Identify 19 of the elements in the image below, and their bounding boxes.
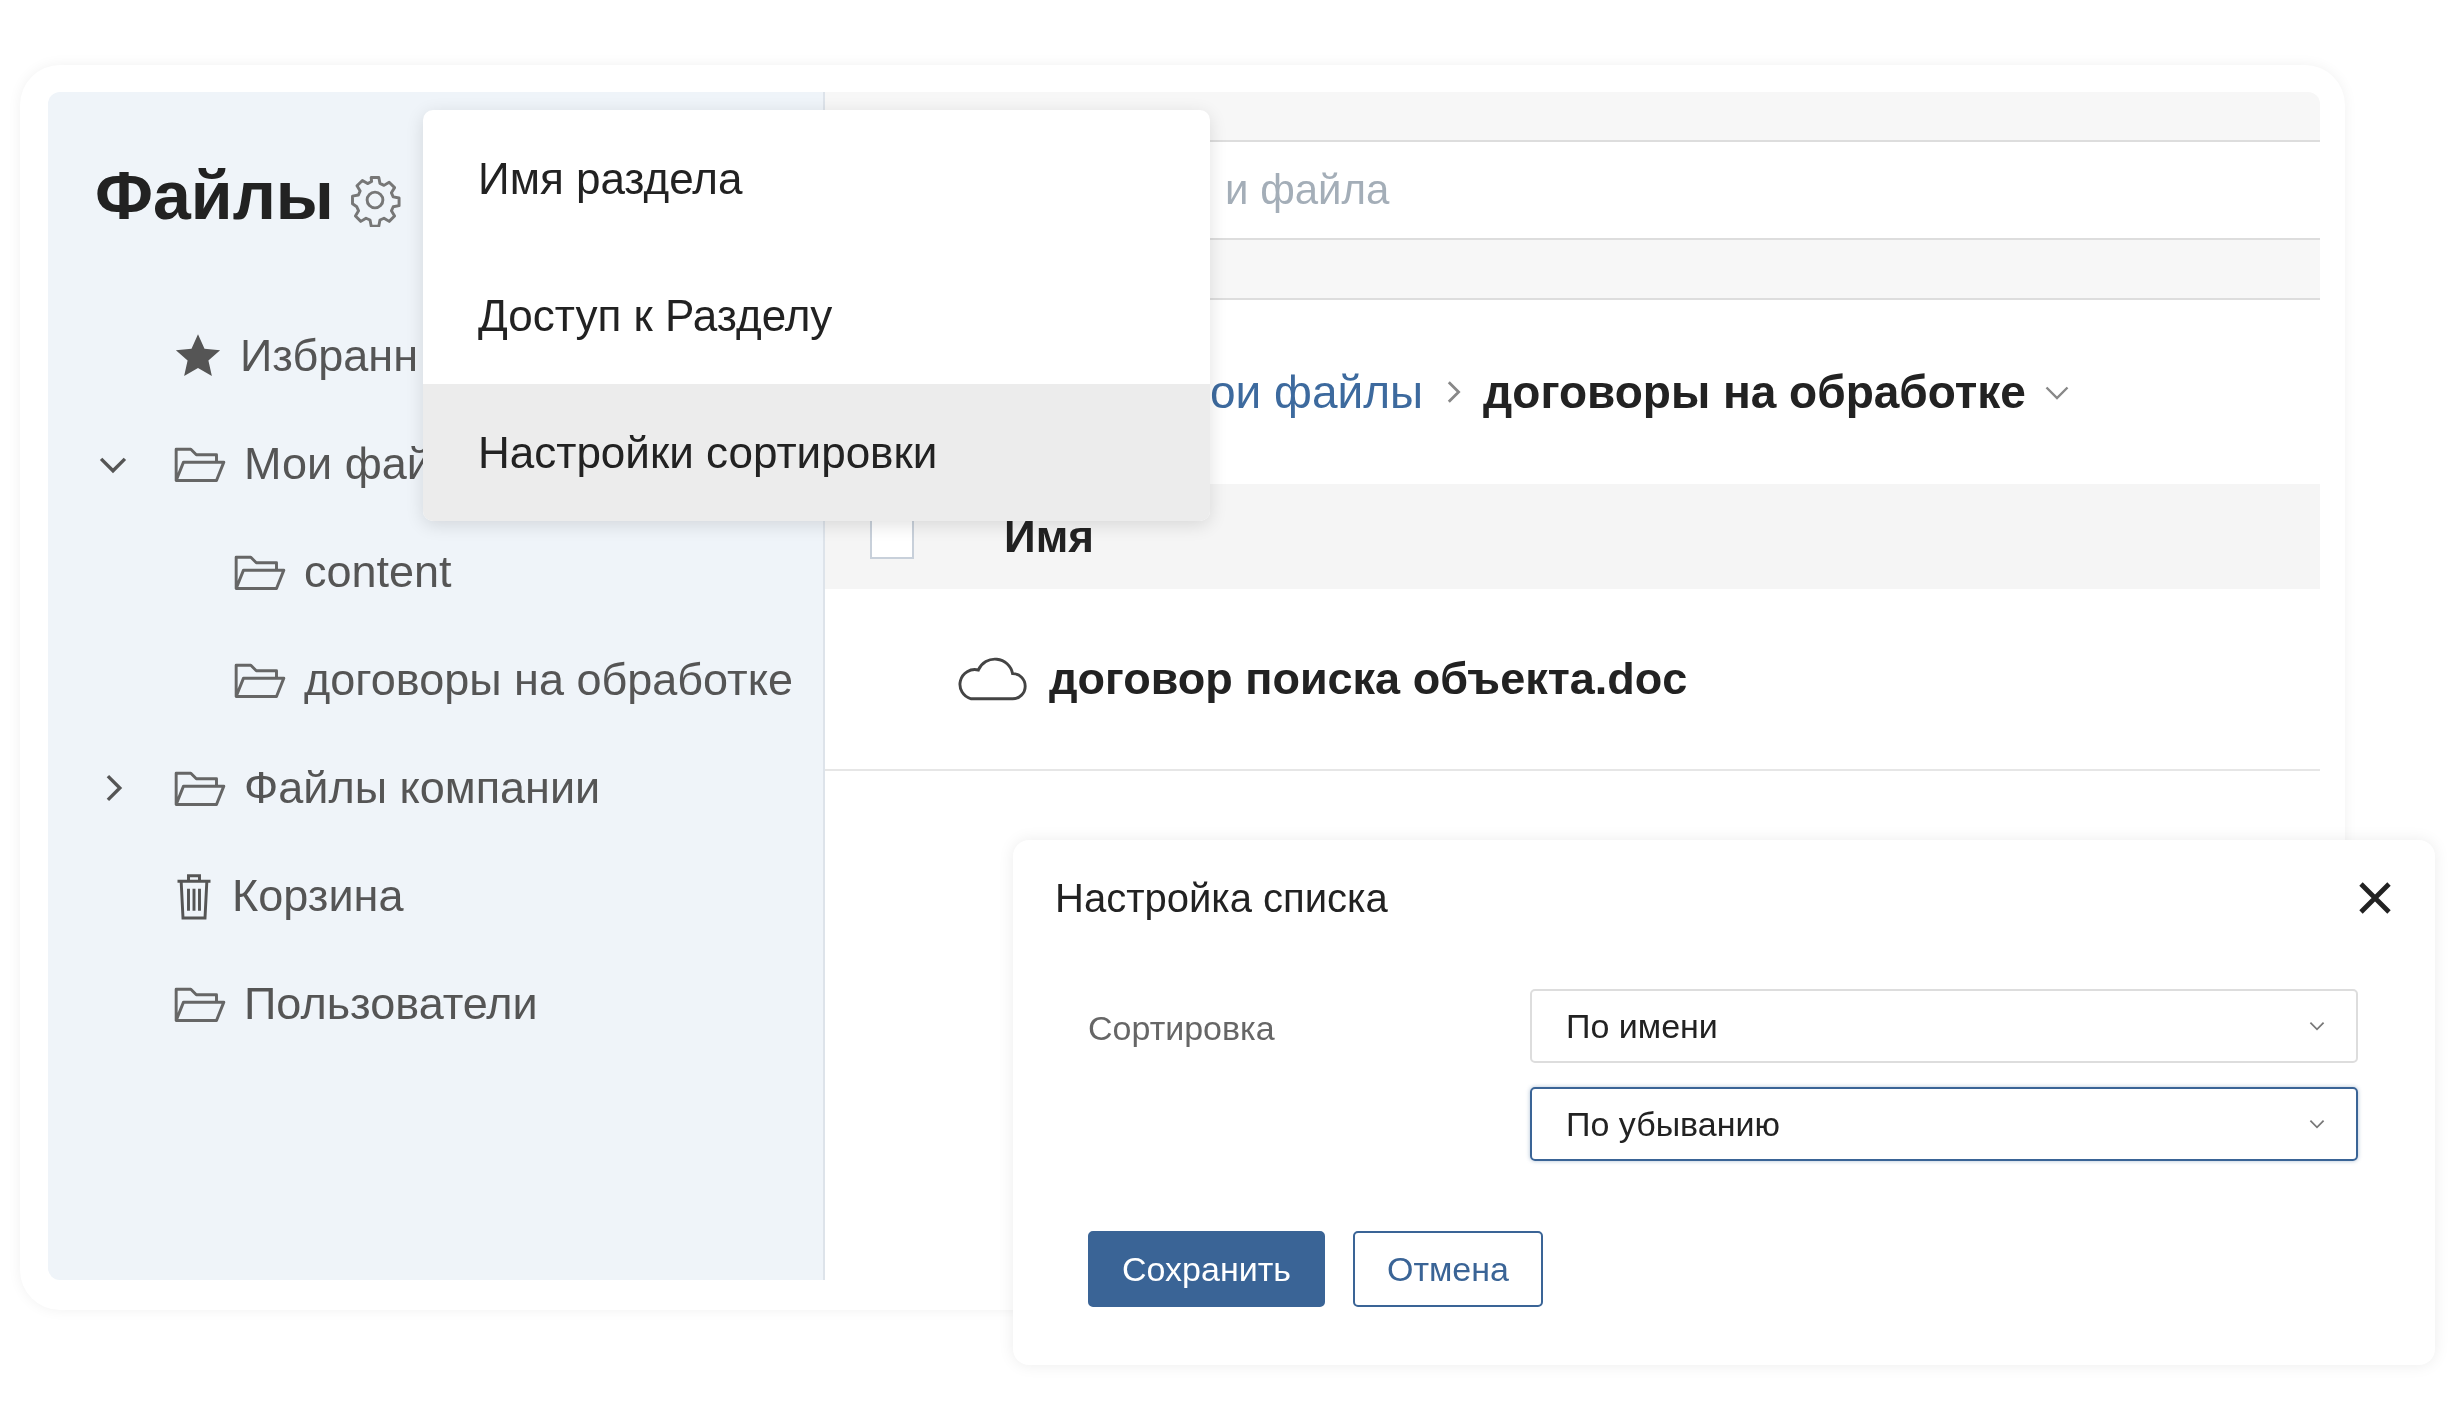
breadcrumb-item[interactable]: договоры на обработке [1483,365,2026,419]
breadcrumb-item[interactable]: ои файлы [1210,365,1424,419]
sidebar-item[interactable]: content [304,546,452,598]
dropdown-field[interactable]: По убыванию [1530,1087,2358,1161]
sidebar-item[interactable]: Корзина [232,870,404,922]
file-name[interactable]: договор поиска объекта.doc [1049,653,1688,705]
sidebar-item[interactable]: Пользователи [244,978,538,1030]
sidebar-item[interactable]: договоры на обработке [304,654,793,706]
menu-item[interactable]: Доступ к Разделу [423,247,1210,384]
section-title: Файлы [95,156,334,234]
dropdown-field[interactable]: По имени [1530,989,2358,1063]
dialog-title: Настройка списка [1055,875,1388,921]
cloud-icon [955,655,1027,703]
menu-item[interactable]: Настройки сортировки [423,384,1210,521]
sidebar-item[interactable]: Файлы компании [244,762,601,814]
cancel-button[interactable]: Отмена [1352,1231,1543,1307]
sidebar-item[interactable]: Избранн [240,330,418,382]
save-button[interactable]: Сохранить [1088,1231,1325,1307]
field-label: Сортировка [1088,1008,1276,1049]
